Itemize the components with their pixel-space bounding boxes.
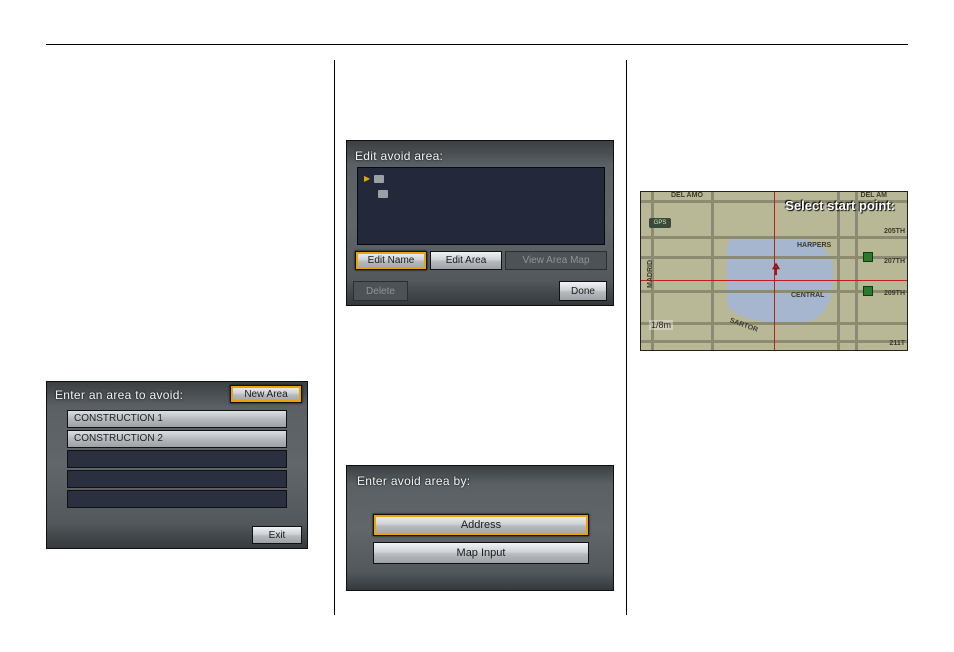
column-divider-1: [334, 60, 335, 615]
street-label: 209TH: [884, 290, 905, 297]
street-label: DEL AMO: [671, 192, 703, 199]
map-input-button[interactable]: Map Input: [373, 542, 589, 564]
enter-area-to-avoid-panel: Enter an area to avoid: New Area CONSTRU…: [46, 381, 308, 549]
avoid-area-item-empty: [67, 490, 287, 508]
edit-area-button[interactable]: Edit Area: [430, 251, 502, 270]
avoid-area-item[interactable]: CONSTRUCTION 2: [67, 430, 287, 448]
list-item[interactable]: ▶: [364, 174, 384, 183]
road: [855, 192, 858, 350]
map-poi-icon: [863, 286, 873, 296]
map-title: Select start point:: [785, 198, 895, 213]
exit-button[interactable]: Exit: [252, 526, 302, 544]
horizontal-rule: [46, 44, 908, 45]
map-pin-icon: [769, 262, 783, 276]
gps-indicator: GPS: [649, 218, 671, 228]
street-label: MADRID: [647, 260, 654, 288]
area-icon: [378, 190, 388, 198]
avoid-area-item[interactable]: CONSTRUCTION 1: [67, 410, 287, 428]
map-scale: 1/8m: [649, 320, 673, 330]
street-label: HARPERS: [797, 242, 831, 249]
edit-avoid-area-panel: Edit avoid area: ▶ Edit Name Edit Area V…: [346, 140, 614, 306]
list-item[interactable]: [364, 190, 388, 198]
avoid-area-item-empty: [67, 470, 287, 488]
view-area-map-button: View Area Map: [505, 251, 607, 270]
street-label: 211T: [889, 340, 905, 347]
edit-name-button[interactable]: Edit Name: [355, 251, 427, 270]
road: [837, 192, 840, 350]
done-button[interactable]: Done: [559, 281, 607, 301]
map-poi-icon: [863, 252, 873, 262]
column-divider-2: [626, 60, 627, 615]
street-label: 207TH: [884, 258, 905, 265]
avoid-area-item-empty: [67, 450, 287, 468]
delete-button: Delete: [353, 281, 408, 301]
panel-title: Enter avoid area by:: [357, 474, 470, 488]
avoid-area-list: ▶: [357, 167, 605, 245]
road: [711, 192, 714, 350]
address-button[interactable]: Address: [373, 514, 589, 536]
area-icon: [374, 175, 384, 183]
new-area-button[interactable]: New Area: [230, 385, 302, 403]
street-label: CENTRAL: [791, 292, 824, 299]
panel-title: Edit avoid area:: [355, 149, 443, 163]
play-icon: ▶: [364, 174, 370, 183]
street-label: 205TH: [884, 228, 905, 235]
panel-title: Enter an area to avoid:: [55, 388, 183, 402]
map-select-start-point[interactable]: DEL AMO DEL AM MADRID HARPERS CENTRAL SA…: [640, 191, 908, 351]
enter-avoid-area-by-panel: Enter avoid area by: Address Map Input: [346, 465, 614, 591]
